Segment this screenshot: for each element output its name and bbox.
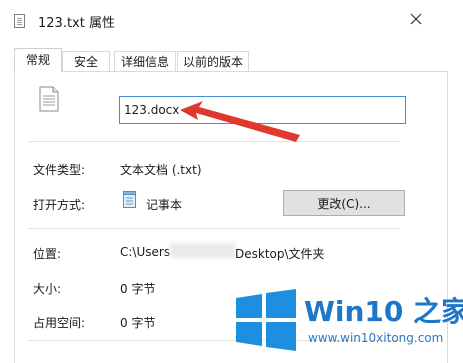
tab-details[interactable]: 详细信息: [114, 51, 176, 71]
location-label: 位置:: [33, 247, 62, 261]
close-icon: [410, 13, 422, 25]
divider: [28, 228, 400, 229]
location-value-suffix: Desktop\文件夹: [235, 247, 325, 261]
file-name-input[interactable]: [119, 96, 406, 124]
window-title: 123.txt 属性: [38, 16, 115, 31]
notepad-icon: [123, 191, 136, 208]
properties-dialog: 123.txt 属性 常规 安全 详细信息 以前的版本 文件类型: 文本文档 (…: [0, 0, 463, 363]
watermark: Win10 之家 www.win10xitong.com: [232, 286, 463, 358]
location-value-prefix: C:\Users: [120, 245, 171, 259]
tab-security[interactable]: 安全: [62, 51, 110, 71]
windows-logo-icon: [236, 289, 296, 351]
tab-general[interactable]: 常规: [14, 48, 62, 72]
file-type-value: 文本文档 (.txt): [120, 163, 202, 177]
tab-previous-versions[interactable]: 以前的版本: [177, 51, 249, 71]
size-on-disk-label: 占用空间:: [33, 316, 86, 330]
redacted-username: [170, 243, 235, 258]
divider: [28, 141, 400, 142]
size-label: 大小:: [33, 282, 62, 296]
size-on-disk-value: 0 字节: [120, 316, 156, 330]
change-button[interactable]: 更改(C)...: [283, 190, 405, 216]
document-icon: [39, 86, 59, 112]
open-with-label: 打开方式:: [33, 198, 86, 212]
close-button[interactable]: [405, 8, 427, 30]
file-type-label: 文件类型:: [33, 163, 86, 177]
open-with-value: 记事本: [146, 198, 183, 212]
title-bar: 123.txt 属性: [0, 0, 463, 38]
size-value: 0 字节: [120, 282, 156, 296]
watermark-url: www.win10xitong.com: [308, 331, 444, 345]
watermark-brand: Win10 之家: [304, 295, 463, 328]
text-file-icon: [14, 14, 25, 28]
